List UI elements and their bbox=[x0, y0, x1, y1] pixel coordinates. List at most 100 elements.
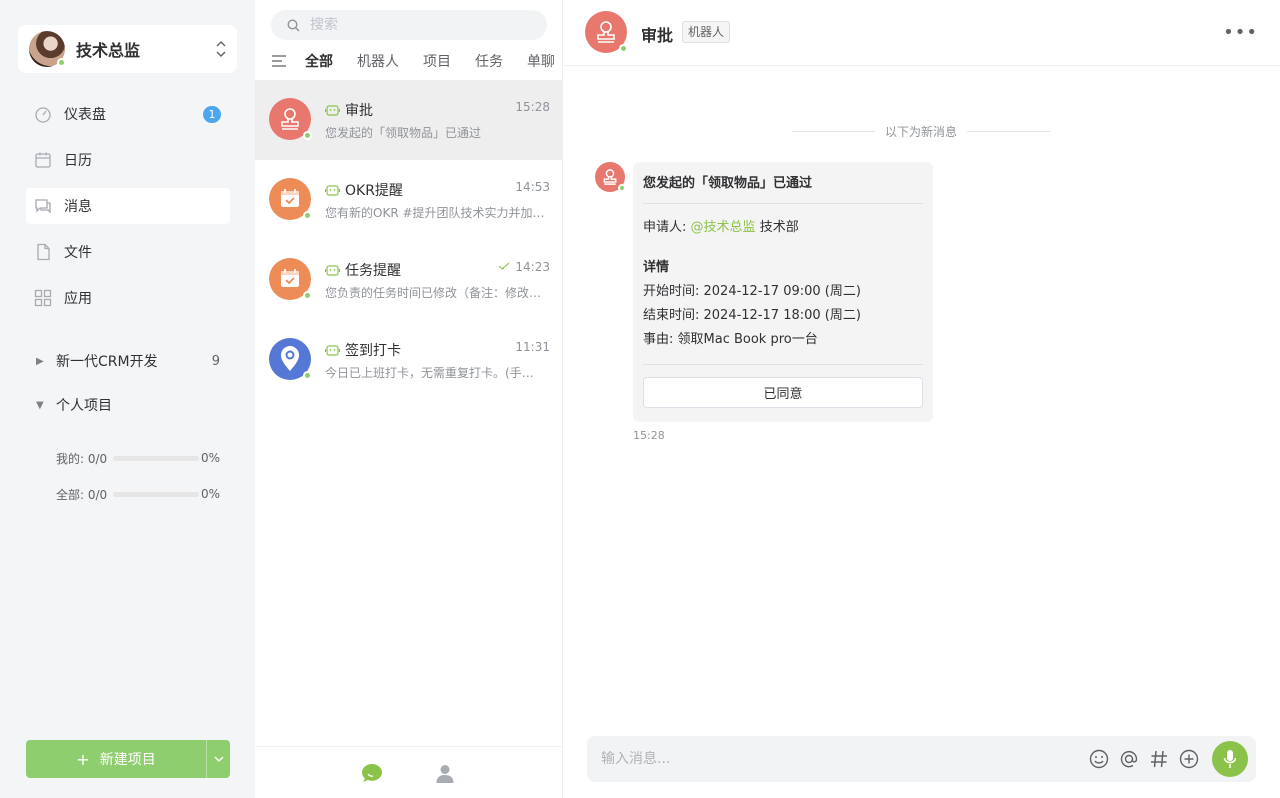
conversation-title: 任务提醒 bbox=[325, 260, 401, 280]
conversation-name: OKR提醒 bbox=[345, 183, 403, 199]
message-input[interactable] bbox=[601, 751, 1088, 767]
conversation-preview: 今日已上班打卡，无需重复打卡。(手动打卡) bbox=[325, 366, 545, 380]
chat-bubble-icon[interactable] bbox=[361, 763, 383, 783]
progress-bar bbox=[113, 491, 200, 497]
end-time: 结束时间: 2024-12-17 18:00 (周二) bbox=[643, 308, 861, 323]
online-dot bbox=[57, 58, 66, 67]
robot-icon bbox=[325, 185, 340, 196]
nav-item-calendar[interactable]: 日历 bbox=[26, 142, 230, 178]
progress-bar bbox=[113, 455, 200, 461]
online-dot bbox=[619, 44, 628, 53]
robot-icon bbox=[325, 265, 340, 276]
stamp-icon bbox=[595, 162, 626, 192]
applicant-dept: 技术部 bbox=[759, 220, 799, 235]
start-time: 开始时间: 2024-12-17 09:00 (周二) bbox=[643, 284, 861, 299]
conversation-item[interactable]: 签到打卡 11:31 今日已上班打卡，无需重复打卡。(手动打卡) bbox=[255, 320, 562, 400]
online-dot bbox=[303, 371, 312, 380]
applicant-row: 申请人: @技术总监 技术部 bbox=[643, 216, 923, 240]
conversation-time: 15:28 bbox=[515, 100, 550, 114]
conversation-name: 签到打卡 bbox=[345, 343, 401, 359]
mention-icon[interactable] bbox=[1118, 748, 1140, 770]
conversation-time: 14:23 bbox=[515, 260, 550, 274]
caret-right-icon[interactable]: ▶ bbox=[36, 356, 46, 367]
applicant-mention[interactable]: @技术总监 bbox=[691, 220, 756, 235]
progress-percent: 0% bbox=[200, 487, 220, 501]
sidebar: 技术总监 仪表盘 1 日历 消息 文件 应用 ▶ 新一代CRM开发 9 ▼ 个人… bbox=[0, 0, 255, 798]
nav-label: 仪表盘 bbox=[64, 107, 106, 123]
online-dot bbox=[303, 211, 312, 220]
add-circle-icon[interactable] bbox=[1178, 748, 1200, 770]
nav-item-messages[interactable]: 消息 bbox=[26, 188, 230, 224]
nav-label: 文件 bbox=[64, 245, 92, 261]
conversation-item[interactable]: 任务提醒 14:23 您负责的任务时间已修改（备注：修改任务时间） bbox=[255, 240, 562, 320]
nav-label: 应用 bbox=[64, 291, 92, 307]
menu-icon[interactable] bbox=[271, 54, 287, 68]
new-project-button: + 新建项目 bbox=[26, 740, 230, 778]
chevron-updown-icon bbox=[216, 41, 226, 57]
hashtag-icon[interactable] bbox=[1148, 748, 1170, 770]
project-label: 新一代CRM开发 bbox=[56, 354, 158, 370]
stamp-icon bbox=[585, 11, 628, 53]
conversation-time: 11:31 bbox=[515, 340, 550, 354]
online-dot bbox=[303, 131, 312, 140]
conversation-item[interactable]: 审批 15:28 您发起的「领取物品」已通过 bbox=[255, 80, 562, 160]
more-icon[interactable]: ••• bbox=[1223, 22, 1258, 43]
nav-item-dashboard[interactable]: 仪表盘 1 bbox=[26, 96, 230, 132]
project-item-crm[interactable]: ▶ 新一代CRM开发 9 bbox=[36, 350, 226, 372]
file-icon bbox=[34, 243, 52, 261]
conversation-title: OKR提醒 bbox=[325, 180, 403, 200]
new-project-dropdown[interactable] bbox=[206, 740, 230, 778]
app-window: 技术总监 仪表盘 1 日历 消息 文件 应用 ▶ 新一代CRM开发 9 ▼ 个人… bbox=[0, 0, 1280, 798]
emoji-icon[interactable] bbox=[1088, 748, 1110, 770]
nav-item-apps[interactable]: 应用 bbox=[26, 280, 230, 316]
search-input[interactable] bbox=[310, 17, 510, 33]
read-check-icon bbox=[498, 262, 510, 270]
project-item-personal[interactable]: ▼ 个人项目 bbox=[36, 394, 226, 416]
message-composer bbox=[587, 736, 1256, 782]
chat-icon bbox=[34, 197, 52, 215]
progress-label: 我的: 0/0 bbox=[56, 451, 108, 466]
tab-bots[interactable]: 机器人 bbox=[357, 51, 399, 71]
conversation-name: 审批 bbox=[345, 103, 373, 119]
reason: 事由: 领取Mac Book pro一台 bbox=[643, 332, 818, 347]
search-box bbox=[271, 10, 547, 40]
nav-label: 日历 bbox=[64, 153, 92, 169]
microphone-button[interactable] bbox=[1212, 741, 1248, 777]
calendar-check-icon bbox=[269, 258, 312, 300]
conversation-item[interactable]: OKR提醒 14:53 您有新的OKR #提升团队技术实力并加快产品迭代 bbox=[255, 160, 562, 240]
unread-badge: 1 bbox=[203, 106, 221, 123]
details-heading: 详情 bbox=[643, 260, 670, 275]
user-name: 技术总监 bbox=[76, 41, 141, 60]
caret-down-icon[interactable]: ▼ bbox=[36, 400, 46, 411]
conversation-title: 签到打卡 bbox=[325, 340, 401, 360]
calendar-icon bbox=[34, 151, 52, 169]
card-divider bbox=[643, 364, 923, 365]
conversation-name: 任务提醒 bbox=[345, 263, 401, 279]
grid-icon bbox=[34, 289, 52, 307]
new-messages-divider: 以下为新消息 bbox=[792, 123, 1050, 139]
project-label: 个人项目 bbox=[56, 398, 112, 414]
stamp-icon bbox=[269, 98, 312, 140]
user-switcher[interactable]: 技术总监 bbox=[18, 25, 237, 73]
bot-tag: 机器人 bbox=[682, 21, 731, 43]
tab-all[interactable]: 全部 bbox=[305, 51, 333, 71]
tab-direct[interactable]: 单聊 bbox=[527, 51, 555, 71]
conversation-preview: 您有新的OKR #提升团队技术实力并加快产品迭代 bbox=[325, 206, 545, 220]
approval-card: 您发起的「领取物品」已通过 申请人: @技术总监 技术部 详情 开始时间: 20… bbox=[633, 162, 933, 422]
agreed-button[interactable]: 已同意 bbox=[643, 377, 923, 408]
tab-tasks[interactable]: 任务 bbox=[475, 51, 503, 71]
user-avatar bbox=[29, 31, 66, 67]
robot-icon bbox=[325, 105, 340, 116]
contacts-icon[interactable] bbox=[436, 764, 454, 783]
online-dot bbox=[618, 184, 626, 192]
tab-projects[interactable]: 项目 bbox=[423, 51, 451, 71]
new-project-main[interactable]: + 新建项目 bbox=[26, 740, 206, 778]
nav-item-files[interactable]: 文件 bbox=[26, 234, 230, 270]
conversation-preview: 您发起的「领取物品」已通过 bbox=[325, 126, 482, 140]
conversation-preview: 您负责的任务时间已修改（备注：修改任务时间） bbox=[325, 286, 545, 300]
card-title: 您发起的「领取物品」已通过 bbox=[643, 172, 923, 204]
progress-label: 全部: 0/0 bbox=[56, 487, 108, 502]
dashboard-icon bbox=[34, 105, 52, 123]
progress-percent: 0% bbox=[200, 451, 220, 465]
chat-panel: 审批 机器人 ••• 以下为新消息 您发起的「领取物品」已通过 申请人: @技术… bbox=[564, 0, 1280, 798]
